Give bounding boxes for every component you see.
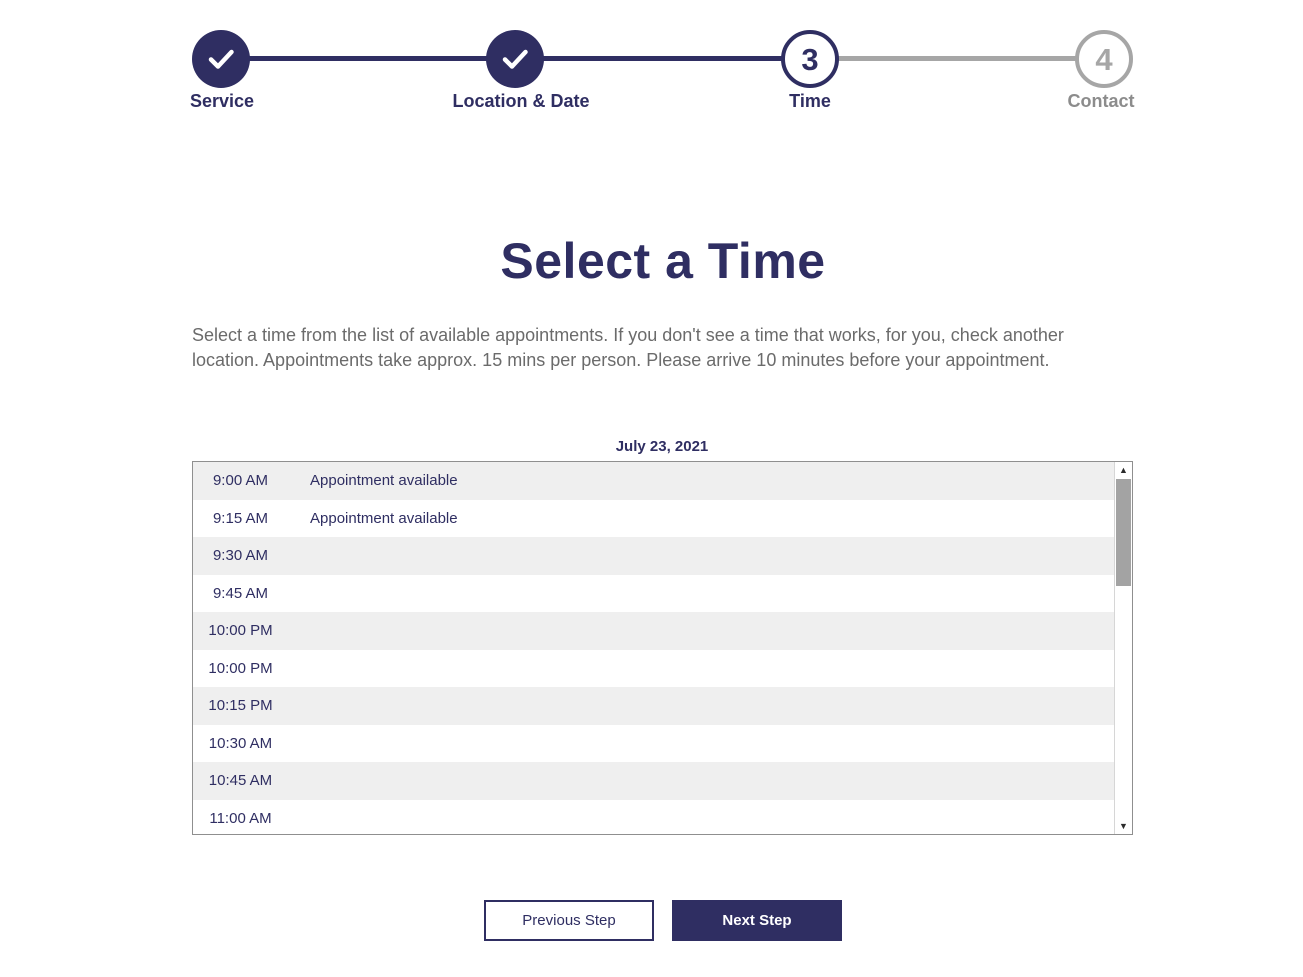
slot-time: 10:00 PM <box>208 659 273 677</box>
slot-status: Appointment available <box>310 472 458 490</box>
slot-time: 9:30 AM <box>212 547 269 565</box>
slot-status: Appointment available <box>310 509 458 527</box>
step-4-number: 4 <box>1095 41 1113 77</box>
slot-time: 11:00 AM <box>209 809 272 827</box>
slot-time: 10:30 AM <box>208 734 273 752</box>
step-3-circle: 3 <box>781 30 839 88</box>
list-scrollbar[interactable]: ▲ ▼ <box>1114 462 1132 834</box>
slot-time: 10:15 PM <box>208 697 273 715</box>
time-slot-list[interactable]: 9:00 AM Appointment available 9:15 AM Ap… <box>192 461 1133 835</box>
time-slot-row[interactable]: 9:45 AM <box>193 574 1114 612</box>
time-slot-rows: 9:00 AM Appointment available 9:15 AM Ap… <box>193 462 1114 834</box>
slot-time: 9:45 AM <box>212 584 269 602</box>
step-connector-2 <box>542 56 783 61</box>
time-slot-row[interactable]: 10:00 PM <box>193 612 1114 650</box>
slot-time: 10:00 PM <box>208 622 273 640</box>
scroll-up-arrow-icon[interactable]: ▲ <box>1115 462 1132 478</box>
step-4-label: Contact <box>1067 91 1135 111</box>
time-slot-row[interactable]: 10:00 PM <box>193 649 1114 687</box>
time-slot-row[interactable]: 10:15 PM <box>193 687 1114 725</box>
time-slot-row[interactable]: 9:15 AM Appointment available <box>193 499 1114 537</box>
slot-time: 9:15 AM <box>212 509 269 527</box>
time-slot-row[interactable]: 11:00 AM <box>193 799 1114 834</box>
checkmark-icon <box>208 49 234 69</box>
slot-time: 10:45 AM <box>208 772 273 790</box>
list-date-heading: July 23, 2021 <box>615 438 709 455</box>
next-step-button[interactable]: Next Step <box>672 900 842 941</box>
checkmark-icon <box>502 49 528 69</box>
time-slot-row[interactable]: 9:00 AM Appointment available <box>193 462 1114 500</box>
step-connector-3 <box>837 56 1077 61</box>
time-slot-row[interactable]: 10:45 AM <box>193 762 1114 800</box>
step-4-circle: 4 <box>1075 30 1133 88</box>
step-connector-1 <box>248 56 488 61</box>
step-1-circle[interactable] <box>192 30 250 88</box>
intro-text: Select a time from the list of available… <box>192 325 1064 370</box>
time-slot-row[interactable]: 9:30 AM <box>193 537 1114 575</box>
step-3-label: Time <box>789 91 831 111</box>
time-slot-row[interactable]: 10:30 AM <box>193 724 1114 762</box>
scroll-down-arrow-icon[interactable]: ▼ <box>1115 818 1132 834</box>
step-2-circle[interactable] <box>486 30 544 88</box>
progress-stepper: 3 4 Service Location & Date Time Contact <box>0 0 1303 130</box>
slot-time: 9:00 AM <box>212 472 269 490</box>
previous-step-button[interactable]: Previous Step <box>484 900 654 941</box>
scroll-thumb[interactable] <box>1116 479 1131 586</box>
step-3-number: 3 <box>801 41 819 77</box>
page-title: Select a Time <box>500 233 826 289</box>
step-2-label[interactable]: Location & Date <box>452 91 589 112</box>
step-1-label[interactable]: Service <box>190 91 254 112</box>
